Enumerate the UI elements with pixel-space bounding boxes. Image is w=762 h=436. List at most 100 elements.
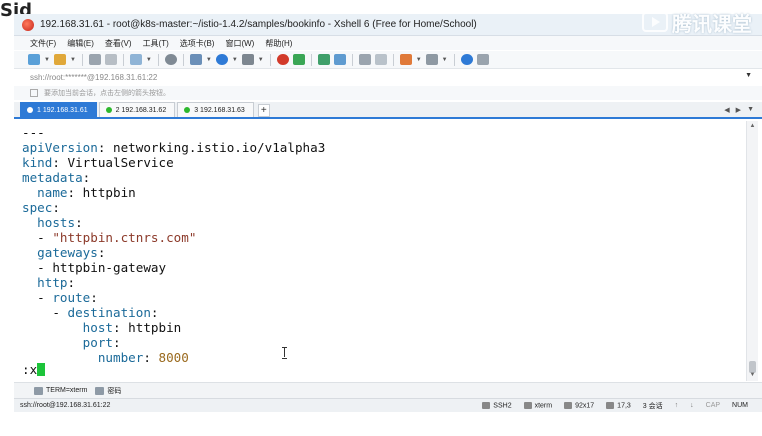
- find-icon[interactable]: [164, 54, 177, 65]
- terminal-line: gateways:: [22, 245, 105, 260]
- tab-session-2[interactable]: 2 192.168.31.62: [98, 102, 176, 117]
- terminal-line: spec:: [22, 200, 60, 215]
- arrow-icon[interactable]: [30, 89, 38, 97]
- arrow-down-icon: ↓: [690, 402, 694, 409]
- address-bar[interactable]: ssh://root:*******@192.168.31.61:22 ▼: [14, 70, 762, 84]
- transfer-icon[interactable]: [292, 54, 305, 65]
- chevron-right-icon[interactable]: ▶: [736, 106, 741, 114]
- status-bar: ssh://root@192.168.31.61:22 SSH2 xterm 9…: [14, 398, 762, 412]
- add-tab-button[interactable]: +: [257, 104, 270, 117]
- properties-icon[interactable]: [189, 54, 202, 65]
- password-label: 密码: [107, 387, 122, 395]
- terminal-text: host: [82, 320, 114, 335]
- tab-label: 1 192.168.31.61: [37, 106, 88, 114]
- menu-tabs[interactable]: 选项卡(B): [180, 38, 215, 49]
- menu-help[interactable]: 帮助(H): [265, 38, 292, 49]
- caps-lock-indicator: CAP: [705, 402, 721, 409]
- terminal-text: :: [75, 215, 83, 230]
- tab-list-icon[interactable]: ▼: [747, 106, 754, 114]
- chevron-down-icon[interactable]: ▼: [258, 57, 264, 63]
- chevron-down-icon[interactable]: ▼: [206, 57, 212, 63]
- xshell-app-icon: [22, 18, 34, 31]
- terminal-text: 8000: [158, 350, 189, 365]
- menu-tools[interactable]: 工具(T): [143, 38, 169, 49]
- toolbar-divider: [157, 53, 159, 66]
- password-indicator[interactable]: 密码: [95, 386, 121, 396]
- terminal-text: :: [150, 305, 159, 320]
- chevron-left-icon[interactable]: ◀: [724, 106, 729, 114]
- font-icon[interactable]: [241, 54, 254, 65]
- open-folder-icon[interactable]: [53, 54, 66, 65]
- terminal-line: - route:: [22, 290, 98, 305]
- new-session-icon[interactable]: [28, 54, 40, 65]
- vertical-scrollbar[interactable]: ▲ ▼: [746, 121, 758, 381]
- terminal-text: http: [37, 275, 68, 290]
- terminal-text: : VirtualService: [52, 155, 174, 170]
- terminal-line: apiVersion: networking.istio.io/v1alpha3: [22, 140, 325, 155]
- menu-window[interactable]: 窗口(W): [225, 38, 254, 49]
- terminal-line: hosts:: [22, 215, 83, 230]
- xftp-icon[interactable]: [276, 54, 289, 65]
- terminal-line: port:: [22, 335, 121, 350]
- chevron-down-icon[interactable]: ▼: [146, 57, 152, 63]
- menu-bar: 文件(F) 编辑(E) 查看(V) 工具(T) 选项卡(B) 窗口(W) 帮助(…: [14, 36, 762, 50]
- terminal-line: - httpbin-gateway: [22, 260, 166, 275]
- toolbar-divider: [310, 53, 312, 66]
- terminal-text: : httpbin: [67, 185, 136, 200]
- sessions-count: 3 会话: [642, 402, 663, 410]
- menu-view[interactable]: 查看(V): [105, 38, 132, 49]
- play-logo-icon: [642, 12, 668, 32]
- fullscreen-icon[interactable]: [317, 54, 330, 65]
- terminal-text: :: [52, 200, 60, 215]
- help-icon[interactable]: [460, 54, 473, 65]
- terminal-text: :: [113, 335, 121, 350]
- terminal-text: :: [82, 170, 91, 185]
- scroll-up-icon[interactable]: ▲: [749, 123, 756, 130]
- term-indicator[interactable]: TERM=xterm: [34, 386, 87, 395]
- tab-navigation: ◀ ▶ ▼: [724, 106, 754, 117]
- menu-file[interactable]: 文件(F): [30, 38, 56, 49]
- status-dot-icon: [184, 107, 191, 113]
- terminal-text: destination: [67, 305, 151, 320]
- arrow-up-icon: ↑: [674, 402, 679, 409]
- toolbar-divider: [392, 53, 394, 66]
- terminal-size-status: 92x17: [564, 401, 594, 409]
- chevron-down-icon[interactable]: ▼: [70, 57, 76, 63]
- lock-icon[interactable]: [399, 54, 412, 65]
- tab-session-3[interactable]: 3 192.168.31.63: [177, 102, 254, 117]
- compose-icon[interactable]: [374, 54, 387, 65]
- chevron-down-icon[interactable]: ▼: [232, 57, 238, 63]
- terminal-type-status: xterm: [523, 401, 552, 409]
- terminal-text: -: [22, 290, 53, 305]
- watermark-text: 腾讯课堂: [672, 11, 752, 36]
- keyboard-icon[interactable]: [358, 54, 371, 65]
- terminal-output[interactable]: --- apiVersion: networking.istio.io/v1alp…: [18, 121, 746, 381]
- copy-icon[interactable]: [129, 54, 142, 65]
- info-icon[interactable]: [476, 54, 489, 65]
- command-line[interactable]: :x: [22, 362, 46, 377]
- folder-icon: [95, 386, 105, 395]
- terminal-line: name: httpbin: [22, 185, 136, 200]
- connect-icon[interactable]: [88, 54, 101, 65]
- chevron-down-icon[interactable]: ▼: [416, 57, 422, 63]
- disconnect-icon[interactable]: [104, 54, 117, 65]
- scroll-down-icon[interactable]: ▼: [749, 372, 756, 379]
- transparency-icon[interactable]: [333, 54, 346, 65]
- text-cursor-icon: [282, 347, 288, 359]
- terminal-icon: [523, 401, 532, 409]
- toolbar-divider: [122, 53, 124, 66]
- chevron-down-icon[interactable]: ▼: [442, 57, 448, 63]
- menu-edit[interactable]: 编辑(E): [67, 38, 94, 49]
- layout-icon[interactable]: [425, 54, 438, 65]
- tab-session-1[interactable]: 1 192.168.31.61: [20, 102, 97, 117]
- terminal-text: : networking.istio.io/v1alpha3: [97, 140, 326, 155]
- cursor-icon: [606, 401, 615, 409]
- chevron-down-icon[interactable]: ▼: [44, 57, 50, 63]
- chevron-down-icon[interactable]: ▼: [745, 72, 752, 79]
- globe-icon[interactable]: [215, 54, 228, 65]
- hint-text: 要添加当前会话，点击左侧的箭头按钮。: [44, 90, 170, 97]
- terminal-line: http:: [22, 275, 75, 290]
- cursor-position-status: 17,3: [606, 401, 631, 409]
- toolbar-divider: [453, 53, 455, 66]
